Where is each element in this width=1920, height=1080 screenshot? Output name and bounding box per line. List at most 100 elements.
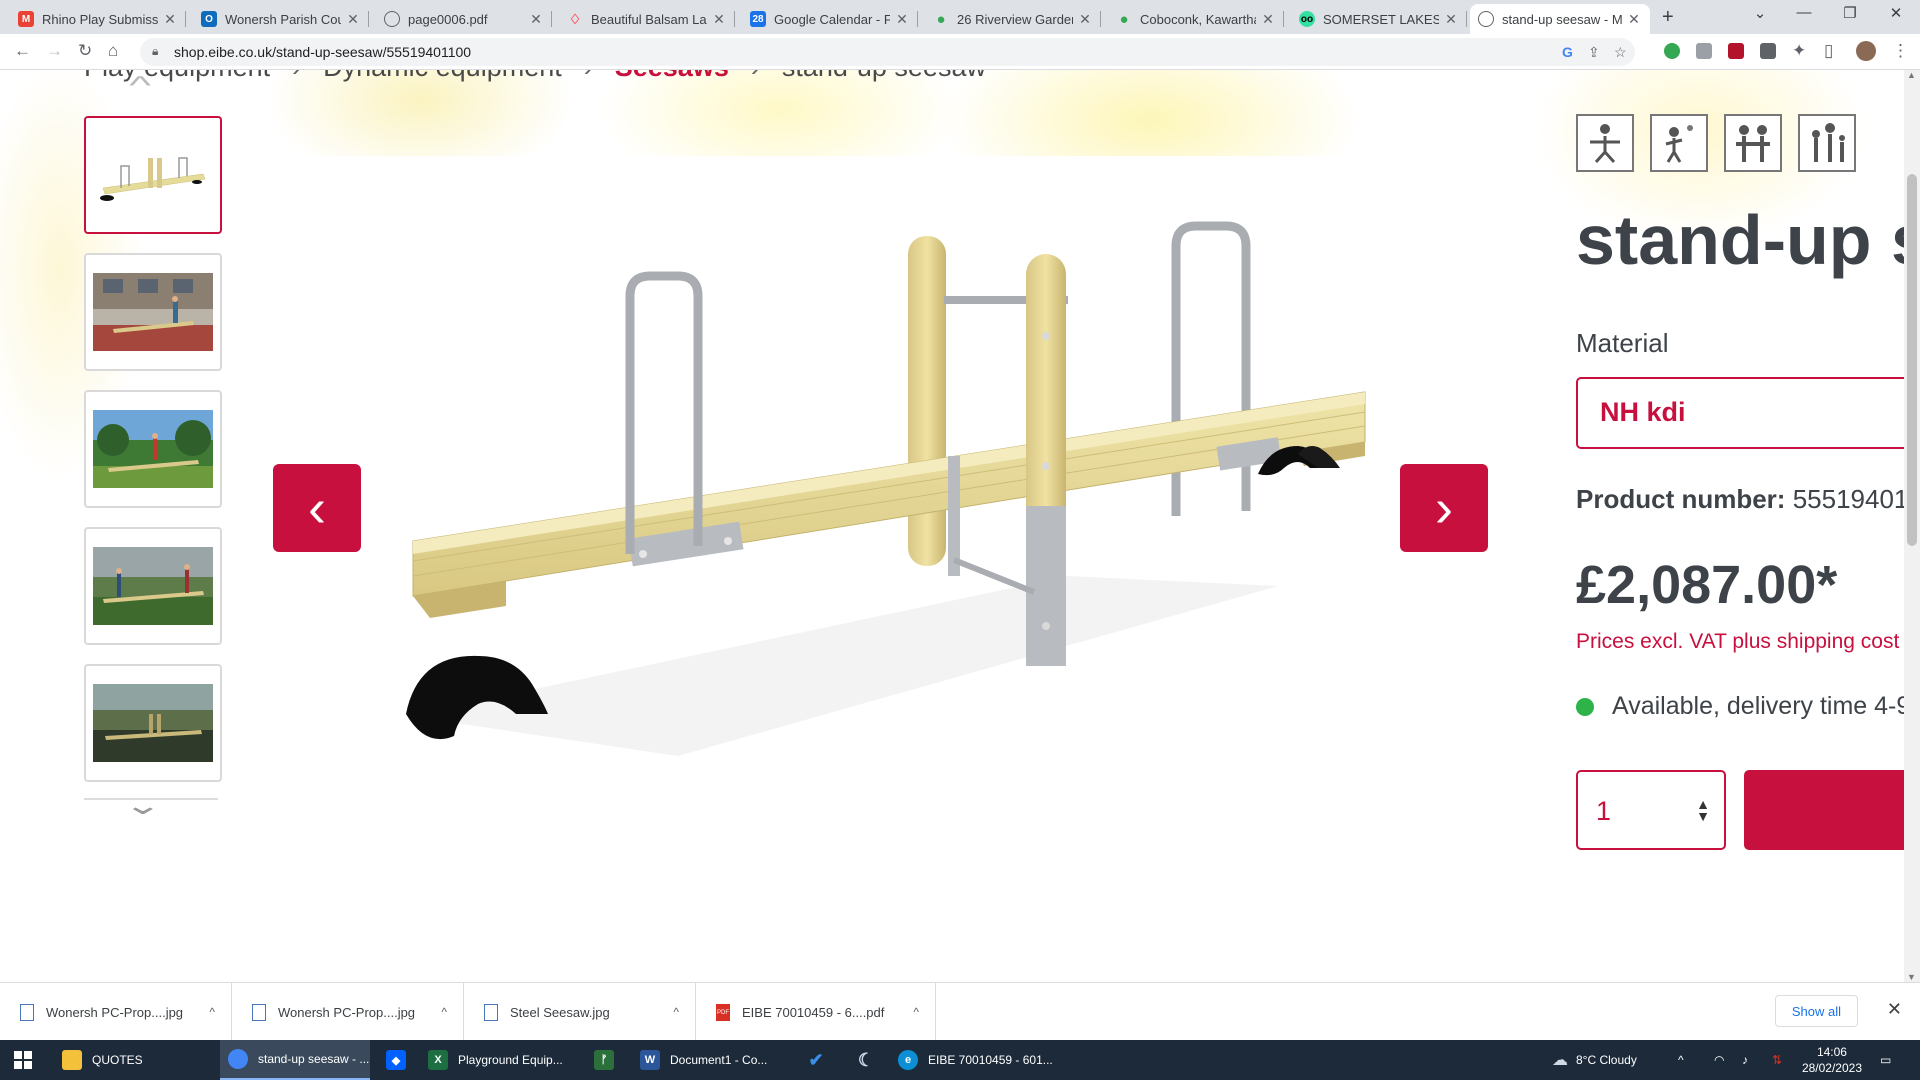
image-file-icon [484, 1003, 498, 1021]
close-icon[interactable]: ✕ [1626, 11, 1642, 28]
tab-coboconk[interactable]: ● Coboconk, Kawartha L ✕ [1108, 4, 1284, 34]
prev-image-button[interactable]: ‹ [273, 464, 361, 552]
taskbar-quotes[interactable]: QUOTES [62, 1040, 212, 1080]
tab-page0006[interactable]: page0006.pdf ✕ [376, 4, 552, 34]
spinner-arrows-icon[interactable]: ▲ ▼ [1696, 797, 1710, 823]
breadcrumb-play-equipment[interactable]: Play equipment [84, 70, 270, 83]
downloads-shelf: Wonersh PC-Prop....jpg ^ Wonersh PC-Prop… [0, 982, 1920, 1041]
tray-chevron-up-icon[interactable]: ^ [1678, 1040, 1684, 1080]
notifications-icon[interactable]: ▭ [1880, 1040, 1891, 1080]
close-icon[interactable]: ✕ [162, 11, 178, 28]
close-icon[interactable]: ✕ [1077, 11, 1093, 28]
download-item-1[interactable]: Wonersh PC-Prop....jpg ^ [0, 983, 232, 1041]
thumbnail-divider [84, 798, 218, 800]
close-icon[interactable]: ✕ [711, 11, 727, 28]
thumbnail-1[interactable] [84, 116, 222, 234]
chevron-up-icon[interactable]: ^ [441, 1005, 447, 1019]
home-icon[interactable]: ⌂ [108, 41, 118, 61]
material-select[interactable]: NH kdi [1576, 377, 1904, 449]
breadcrumb-seesaws[interactable]: Seesaws [615, 70, 729, 83]
scrollbar-thumb[interactable] [1907, 174, 1917, 546]
dropbox-icon: ◆ [386, 1050, 406, 1070]
product-price: £2,087.00* [1576, 555, 1838, 615]
tab-stand-up-seesaw[interactable]: stand-up seesaw - Ma ✕ [1470, 4, 1650, 34]
close-icon[interactable]: ✕ [1887, 999, 1902, 1020]
network-alert-icon[interactable]: ⇅ [1772, 1040, 1782, 1080]
taskbar-excel[interactable]: X Playground Equip... [428, 1040, 578, 1080]
chevron-up-icon[interactable]: ^ [129, 70, 151, 101]
extension-puzzle-grey-icon[interactable] [1696, 43, 1712, 59]
material-label: Material [1576, 328, 1669, 358]
close-icon[interactable]: ✕ [1260, 11, 1276, 28]
volume-icon[interactable]: ♪ [1742, 1040, 1748, 1080]
taskbar-edge[interactable]: e EIBE 70010459 - 601... [898, 1040, 1058, 1080]
taskbar-word[interactable]: W Document1 - Co... [640, 1040, 790, 1080]
restore-button[interactable]: ❐ [1830, 4, 1870, 22]
chevron-up-icon[interactable]: ^ [913, 1005, 919, 1019]
wifi-icon[interactable]: ◠ [1714, 1040, 1724, 1080]
start-button[interactable] [14, 1040, 32, 1080]
extensions-puzzle-icon[interactable]: ✦ [1792, 41, 1806, 61]
taskbar-sketch-app[interactable]: ᚠ [594, 1040, 624, 1080]
thumbnail-3[interactable] [84, 390, 222, 508]
thumbnail-5[interactable] [84, 664, 222, 782]
download-item-4[interactable]: PDF EIBE 70010459 - 6....pdf ^ [696, 983, 936, 1041]
scroll-down-icon[interactable]: ▼ [1907, 972, 1916, 982]
download-item-2[interactable]: Wonersh PC-Prop....jpg ^ [232, 983, 464, 1041]
thumbnail-2[interactable] [84, 253, 222, 371]
tab-balsam-lake[interactable]: ♢ Beautiful Balsam Lake ✕ [559, 4, 735, 34]
google-translate-icon[interactable]: G [1562, 44, 1573, 60]
chevron-up-icon[interactable]: ^ [673, 1005, 679, 1019]
tab-rhino-play[interactable]: M Rhino Play Submission ✕ [10, 4, 186, 34]
weather-widget[interactable]: ☁ 8°C Cloudy [1552, 1040, 1637, 1080]
close-icon[interactable]: ✕ [345, 11, 361, 28]
tab-somerset-lakeside[interactable]: oo SOMERSET LAKESIDE ✕ [1291, 4, 1467, 34]
bookmark-star-icon[interactable]: ☆ [1614, 44, 1627, 61]
extension-shield-icon[interactable] [1728, 43, 1744, 59]
close-icon[interactable]: ✕ [894, 11, 910, 28]
thumbnail-4[interactable] [84, 527, 222, 645]
quantity-stepper[interactable]: 1 ▲ ▼ [1576, 770, 1726, 850]
menu-kebab-icon[interactable]: ⋮ [1892, 41, 1909, 61]
share-icon[interactable]: ⇪ [1588, 44, 1600, 61]
forward-arrow-icon[interactable]: → [46, 41, 63, 61]
airbnb-icon: ♢ [568, 10, 582, 27]
back-arrow-icon[interactable]: ← [14, 41, 31, 61]
close-icon[interactable]: ✕ [1443, 11, 1459, 28]
breadcrumb-stand-up-seesaw: stand-up seesaw [782, 70, 986, 83]
tab-search-chevron-icon[interactable]: ⌄ [1740, 4, 1780, 22]
extension-green-icon[interactable] [1664, 43, 1680, 59]
product-image-seesaw [406, 221, 1366, 756]
close-window-button[interactable]: ✕ [1876, 4, 1916, 22]
close-icon[interactable]: ✕ [528, 11, 544, 28]
vat-shipping-link[interactable]: Prices excl. VAT plus shipping cost [1576, 630, 1899, 654]
tab-google-calendar[interactable]: 28 Google Calendar - Feb ✕ [742, 4, 918, 34]
minimize-button[interactable]: — [1784, 4, 1824, 21]
taskbar-chrome[interactable]: stand-up seesaw - ... [220, 1040, 370, 1080]
reload-icon[interactable]: ↻ [78, 41, 92, 61]
breadcrumb-dynamic-equipment[interactable]: Dynamic equipment [323, 70, 562, 83]
taskbar-moon-app[interactable]: ☾ [856, 1040, 886, 1080]
chevron-right-icon: › [751, 70, 760, 83]
tab-riverview-gardens[interactable]: ● 26 Riverview Gardens ✕ [925, 4, 1101, 34]
new-tab-button[interactable]: + [1662, 6, 1674, 29]
add-to-cart-button[interactable] [1744, 770, 1904, 850]
page-scrollbar[interactable]: ▲ ▼ [1904, 70, 1920, 982]
edge-icon: e [898, 1050, 918, 1070]
system-clock[interactable]: 14:06 28/02/2023 [1802, 1044, 1862, 1076]
extension-clip-icon[interactable] [1760, 43, 1776, 59]
product-number-value: 555194011 [1792, 484, 1904, 514]
taskbar-todo[interactable]: ✔ [806, 1040, 836, 1080]
chevron-up-icon[interactable]: ^ [209, 1005, 215, 1019]
download-item-3[interactable]: Steel Seesaw.jpg ^ [464, 983, 696, 1041]
chevron-down-icon[interactable]: ⌄ [123, 790, 162, 821]
profile-avatar[interactable] [1856, 41, 1876, 61]
cloud-icon: ☁ [1552, 1052, 1568, 1069]
show-all-downloads-button[interactable]: Show all [1774, 995, 1858, 1027]
taskbar-dropbox[interactable]: ◆ [386, 1040, 416, 1080]
address-bar[interactable]: 🔒︎ shop.eibe.co.uk/stand-up-seesaw/55519… [140, 38, 1635, 66]
scroll-up-icon[interactable]: ▲ [1907, 70, 1916, 80]
tab-wonersh-parish[interactable]: O Wonersh Parish Counc ✕ [193, 4, 369, 34]
side-panel-icon[interactable]: ▯ [1824, 41, 1833, 61]
next-image-button[interactable]: › [1400, 464, 1488, 552]
